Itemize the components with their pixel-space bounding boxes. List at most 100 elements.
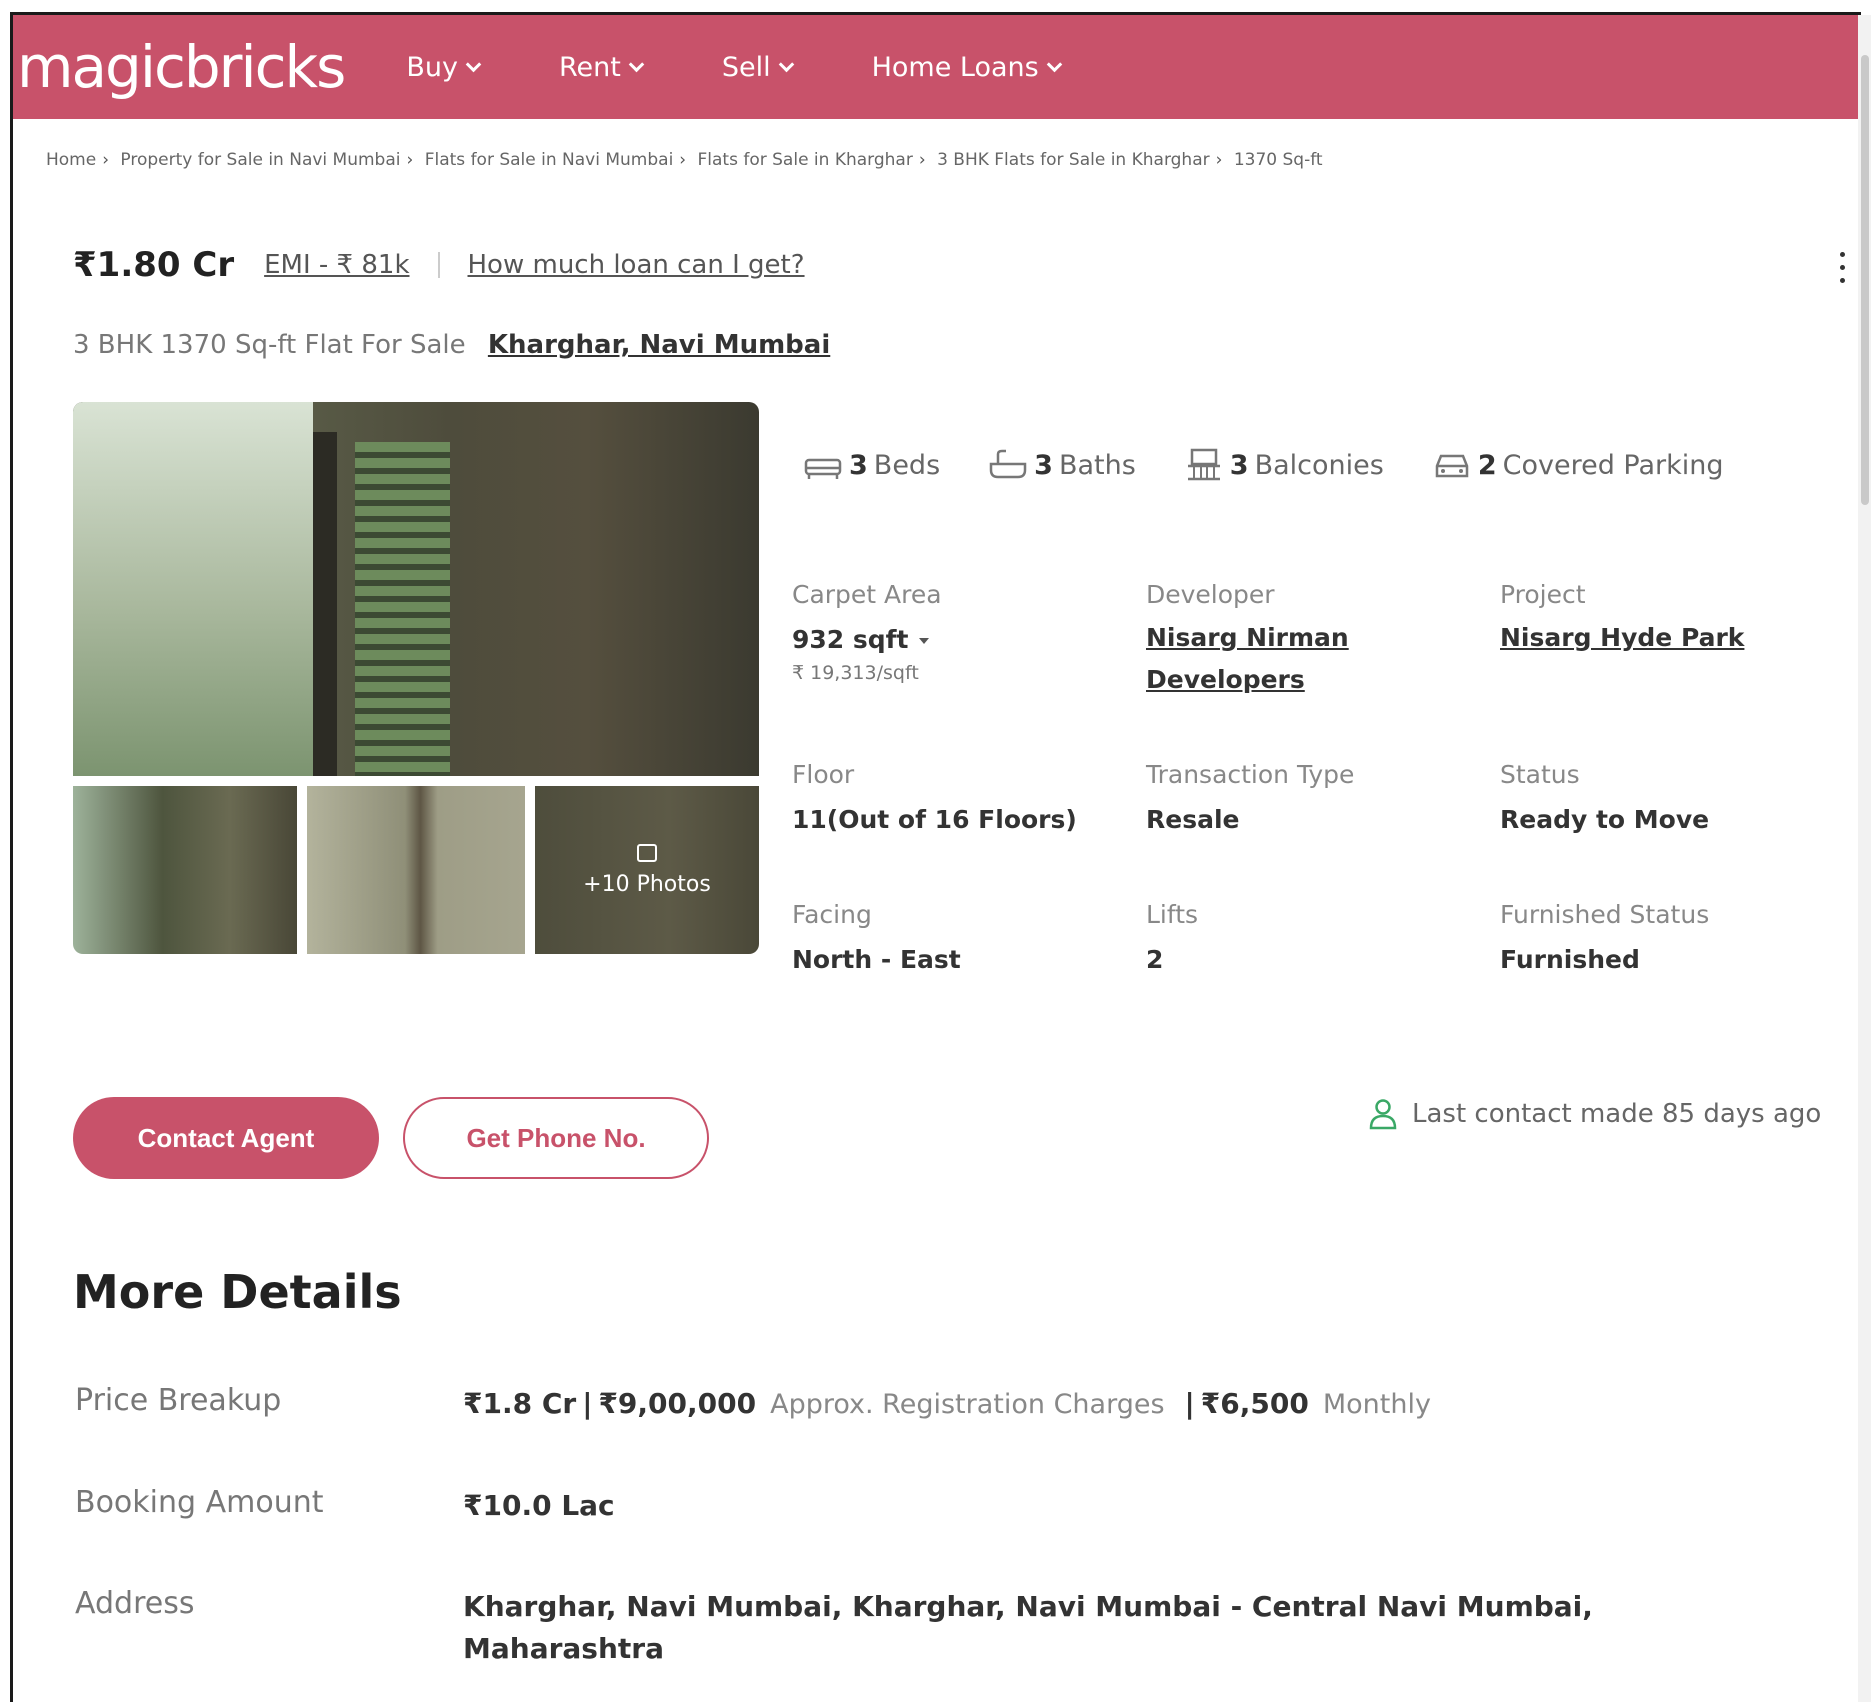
breadcrumb-current: 1370 Sq-ft [1233, 150, 1323, 170]
more-photos-label: +10 Photos [583, 871, 711, 897]
loan-eligibility-link[interactable]: How much loan can I get? [468, 250, 805, 280]
nav-sell[interactable]: Sell [721, 51, 794, 83]
lifts-value: 2 [1146, 945, 1164, 974]
contact-agent-button[interactable]: Contact Agent [73, 1097, 379, 1179]
breadcrumb-separator: › [406, 150, 414, 170]
photo-thumbnail[interactable] [307, 786, 525, 954]
price-row: ₹1.80 Cr EMI - ₹ 81k How much loan can I… [73, 245, 805, 285]
spec-lifts: Lifts 2 [1146, 900, 1466, 974]
breadcrumb-flats-navi-mumbai[interactable]: Flats for Sale in Navi Mumbai [425, 150, 674, 170]
nav-buy[interactable]: Buy [406, 51, 482, 83]
chevron-down-icon [465, 56, 482, 72]
registration-amount: ₹9,00,000 [598, 1387, 757, 1420]
photo-gallery: +10 Photos [73, 402, 759, 954]
amenity-baths: 3 Baths [988, 448, 1136, 482]
beds-count: 3 [849, 449, 868, 481]
parking-label: Covered Parking [1502, 449, 1724, 481]
floor-value: 11(Out of 16 Floors) [792, 805, 1077, 834]
booking-amount-value: ₹10.0 Lac [463, 1489, 615, 1522]
baths-label: Baths [1058, 449, 1136, 481]
spec-carpet-area: Carpet Area 932 sqft ₹ 19,313/sqft [792, 580, 1112, 684]
baths-count: 3 [1034, 449, 1053, 481]
carpet-area-label: Carpet Area [792, 580, 942, 609]
carpet-area-value: 932 sqft [792, 625, 909, 654]
booking-amount-label: Booking Amount [75, 1485, 324, 1520]
address-row: Address Kharghar, Navi Mumbai, Kharghar,… [75, 1586, 1775, 1670]
breadcrumb-home[interactable]: Home [46, 150, 96, 170]
maintenance-note: Monthly [1322, 1389, 1431, 1420]
main-photo[interactable] [73, 402, 759, 776]
get-phone-button[interactable]: Get Phone No. [403, 1097, 709, 1179]
amenity-parking: 2 Covered Parking [1432, 448, 1724, 482]
developer-link[interactable]: Nisarg Nirman Developers [1146, 617, 1406, 701]
price-per-sqft: ₹ 19,313/sqft [792, 662, 919, 684]
booking-amount-row: Booking Amount ₹10.0 Lac [75, 1485, 1775, 1527]
breadcrumb-separator: › [679, 150, 687, 170]
chevron-down-icon [778, 56, 794, 72]
breadcrumb-separator: › [102, 150, 110, 170]
nav-home-loans[interactable]: Home Loans [871, 51, 1063, 83]
breadcrumb: Home › Property for Sale in Navi Mumbai › … [46, 150, 1323, 170]
breadcrumb-3bhk-kharghar[interactable]: 3 BHK Flats for Sale in Kharghar [937, 150, 1210, 170]
lifts-label: Lifts [1146, 900, 1199, 929]
top-navigation-bar: magicbricks Buy Rent Sell Home Loans [13, 15, 1861, 119]
carpet-area-dropdown[interactable]: 932 sqft [792, 625, 1112, 654]
bathtub-icon [989, 449, 1027, 479]
nav-home-loans-label: Home Loans [871, 51, 1039, 83]
last-contact-info: Last contact made 85 days ago [1368, 1098, 1821, 1130]
address-value: Kharghar, Navi Mumbai, Kharghar, Navi Mu… [463, 1590, 1593, 1665]
car-icon [1435, 454, 1469, 478]
listing-price: ₹1.80 Cr [73, 245, 235, 285]
status-label: Status [1500, 760, 1580, 789]
parking-count: 2 [1477, 449, 1497, 481]
floor-label: Floor [792, 760, 855, 789]
chevron-down-icon [628, 56, 645, 72]
spec-project: Project Nisarg Hyde Park [1500, 580, 1820, 659]
balcony-icon [1187, 448, 1220, 481]
location-link[interactable]: Kharghar, Navi Mumbai [488, 330, 830, 360]
transaction-type-label: Transaction Type [1146, 760, 1355, 789]
more-options-icon[interactable] [1840, 252, 1846, 283]
status-value: Ready to Move [1500, 805, 1710, 834]
address-label: Address [75, 1586, 195, 1621]
nav-buy-label: Buy [406, 51, 458, 83]
facing-value: North - East [792, 945, 961, 974]
price-breakup-label: Price Breakup [75, 1383, 282, 1418]
spec-status: Status Ready to Move [1500, 760, 1820, 834]
spec-facing: Facing North - East [792, 900, 1112, 974]
chevron-down-icon [1046, 56, 1063, 72]
price-breakup-price: ₹1.8 Cr [463, 1387, 577, 1420]
amenities-row: 3 Beds 3 Baths 3 Balconies 2 Covered Par… [803, 448, 1772, 482]
photo-thumbnail[interactable] [73, 786, 297, 954]
caret-down-icon [918, 638, 929, 644]
balconies-label: Balconies [1254, 449, 1384, 481]
breadcrumb-property-navi-mumbai[interactable]: Property for Sale in Navi Mumbai [120, 150, 400, 170]
nav-sell-label: Sell [721, 51, 771, 83]
divider [437, 252, 440, 278]
nav-rent[interactable]: Rent [558, 51, 645, 83]
scrollbar-thumb[interactable] [1861, 55, 1869, 505]
image-icon [637, 843, 657, 862]
registration-note: Approx. Registration Charges [770, 1389, 1165, 1420]
breadcrumb-separator: › [918, 150, 926, 170]
user-icon [1369, 1099, 1397, 1130]
magicbricks-logo[interactable]: magicbricks [17, 38, 346, 96]
listing-subtitle: 3 BHK 1370 Sq-ft Flat For Sale Kharghar,… [73, 330, 830, 360]
bed-icon [804, 458, 842, 479]
amenity-balconies: 3 Balconies [1184, 448, 1384, 482]
listing-title: 3 BHK 1370 Sq-ft Flat For Sale [73, 330, 466, 360]
furnished-status-label: Furnished Status [1500, 900, 1710, 929]
nav-rent-label: Rent [558, 51, 621, 83]
breadcrumb-flats-kharghar[interactable]: Flats for Sale in Kharghar [698, 150, 913, 170]
project-link[interactable]: Nisarg Hyde Park [1500, 617, 1820, 659]
emi-link[interactable]: EMI - ₹ 81k [264, 250, 409, 280]
balconies-count: 3 [1229, 449, 1249, 481]
more-photos-thumbnail[interactable]: +10 Photos [535, 786, 759, 954]
furnished-status-value: Furnished [1500, 945, 1640, 974]
developer-label: Developer [1146, 580, 1275, 609]
transaction-type-value: Resale [1146, 805, 1240, 834]
maintenance-amount: ₹6,500 [1200, 1387, 1309, 1420]
more-details-heading: More Details [73, 1265, 402, 1319]
price-breakup-row: Price Breakup ₹1.8 Cr | ₹9,00,000 Approx. R… [75, 1383, 1775, 1426]
price-breakup-value: ₹1.8 Cr | ₹9,00,000 Approx. Registration Ch… [463, 1387, 1431, 1420]
